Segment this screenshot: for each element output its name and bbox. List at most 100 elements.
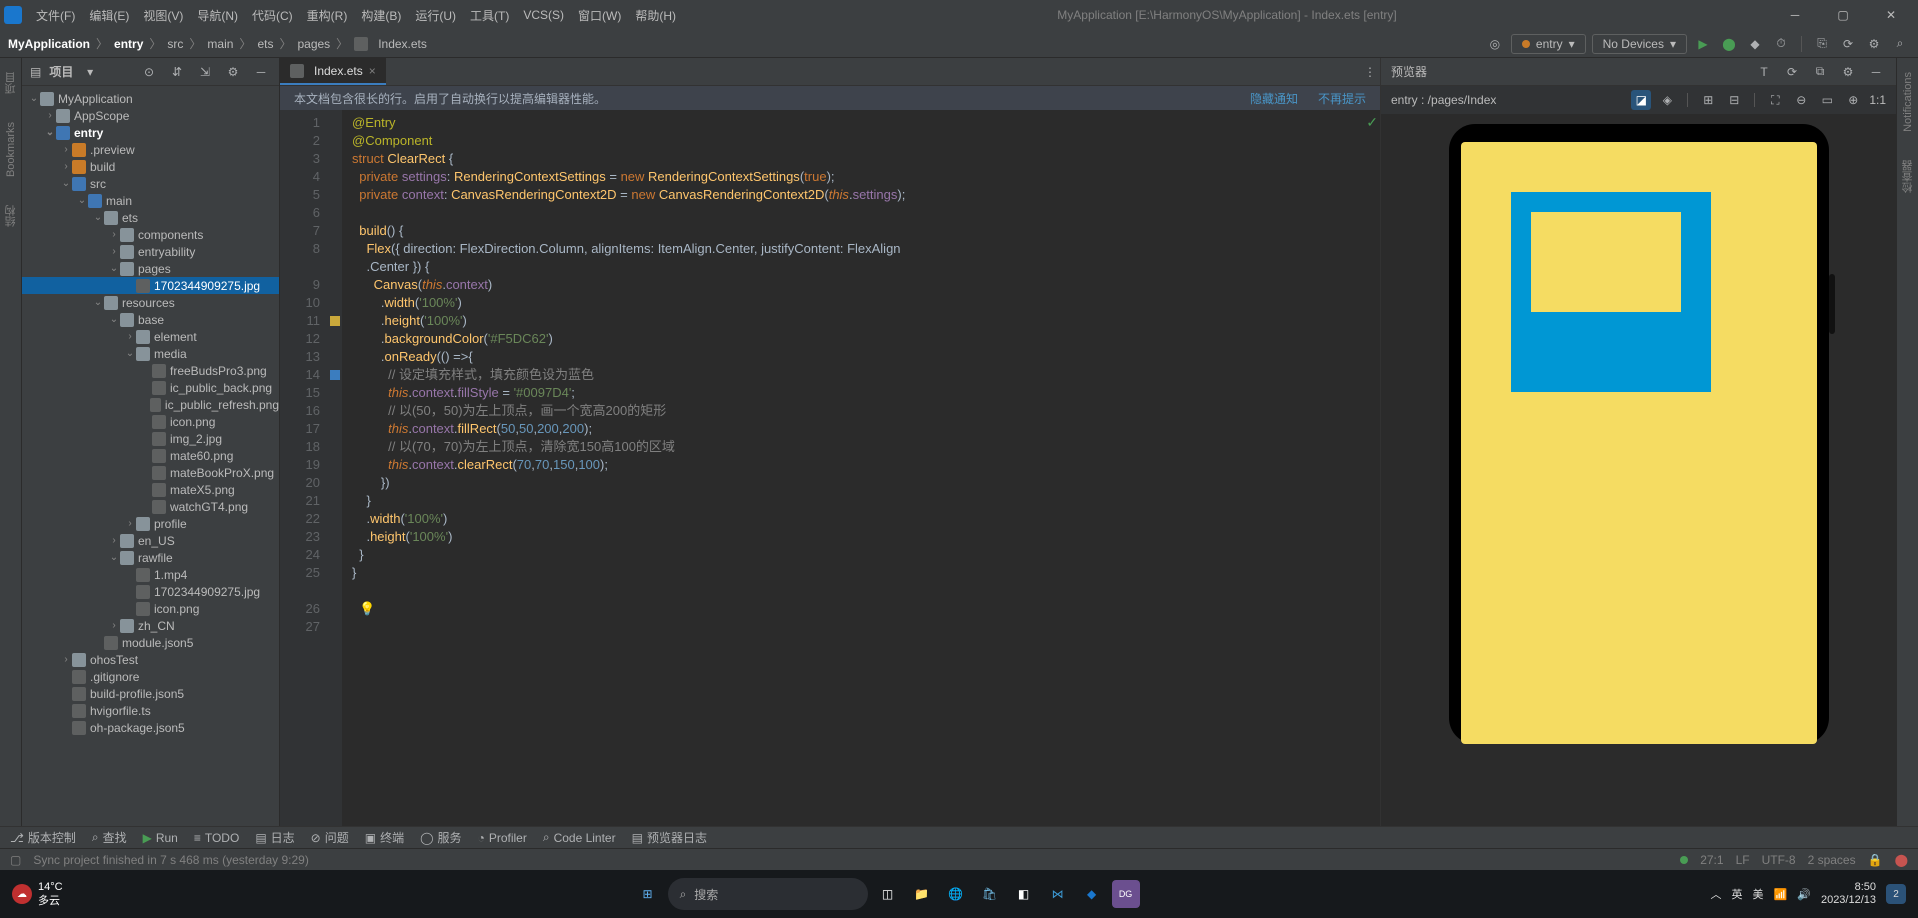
menu-refactor[interactable]: 重构(R) (301, 5, 354, 26)
left-tool-project[interactable]: 项目 (3, 72, 19, 94)
preview-text-icon[interactable]: T (1754, 62, 1774, 82)
tray-chevron-icon[interactable]: ︿ (1711, 886, 1722, 902)
system-tray[interactable]: ︿ 英 美 📶 🔊 8:50 2023/12/13 2 (1711, 881, 1906, 907)
left-tool-structure[interactable]: 结构 (3, 205, 19, 227)
weather-widget[interactable]: 14°C 多云 (38, 880, 63, 908)
btool-log[interactable]: ▤ 日志 (255, 829, 294, 846)
menu-navigate[interactable]: 导航(N) (191, 5, 244, 26)
tree-row[interactable]: ⌄media (22, 345, 279, 362)
app1-button[interactable]: ◧ (1010, 880, 1038, 908)
tray-ime2[interactable]: 美 (1753, 886, 1764, 902)
tree-row[interactable]: ›ohosTest (22, 651, 279, 668)
preview-zoomout-icon[interactable]: ⊖ (1791, 90, 1811, 110)
coverage-button[interactable]: ◆ (1745, 34, 1765, 54)
tree-row[interactable]: module.json5 (22, 634, 279, 651)
tab-close-icon[interactable]: × (369, 64, 376, 78)
tree-row[interactable]: img_2.jpg (22, 430, 279, 447)
tree-row[interactable]: mateX5.png (22, 481, 279, 498)
btool-vcs[interactable]: ⎇ 版本控制 (10, 829, 76, 846)
close-button[interactable]: ✕ (1868, 0, 1914, 30)
menu-help[interactable]: 帮助(H) (629, 5, 682, 26)
tree-row[interactable]: ›element (22, 328, 279, 345)
tree-row[interactable]: build-profile.json5 (22, 685, 279, 702)
tree-row[interactable]: ›profile (22, 515, 279, 532)
tree-row[interactable]: ›en_US (22, 532, 279, 549)
left-tool-bookmarks[interactable]: Bookmarks (5, 122, 17, 177)
debug-button[interactable]: ⬤ (1719, 34, 1739, 54)
tab-menu-icon[interactable]: ⋮ (1360, 62, 1380, 82)
tree-row[interactable]: ic_public_refresh.png (22, 396, 279, 413)
tree-row[interactable]: ›entryability (22, 243, 279, 260)
settings-button[interactable]: ⚙ (1864, 34, 1884, 54)
crumb-module[interactable]: entry (114, 37, 143, 51)
code-area[interactable]: @Entry@Componentstruct ClearRect { priva… (342, 110, 1368, 826)
menu-window[interactable]: 窗口(W) (572, 5, 627, 26)
tree-row[interactable]: ic_public_back.png (22, 379, 279, 396)
menu-run[interactable]: 运行(U) (409, 5, 462, 26)
right-tool-notifications[interactable]: Notifications (1902, 72, 1914, 132)
tray-volume-icon[interactable]: 🔊 (1797, 888, 1811, 901)
tray-ime[interactable]: 英 (1732, 886, 1743, 902)
tree-row[interactable]: oh-package.json5 (22, 719, 279, 736)
banner-hide-link[interactable]: 隐藏通知 (1250, 90, 1298, 107)
crumb-src[interactable]: src (167, 37, 183, 51)
crumb-pages[interactable]: pages (297, 37, 330, 51)
taskbar-search[interactable]: ⌕ 搜索 (668, 878, 868, 910)
tree-row[interactable]: ⌄main (22, 192, 279, 209)
tree-row[interactable]: hvigorfile.ts (22, 702, 279, 719)
menu-build[interactable]: 构建(B) (355, 5, 407, 26)
tray-clock[interactable]: 8:50 2023/12/13 (1821, 881, 1876, 907)
crumb-ets[interactable]: ets (257, 37, 273, 51)
target-icon[interactable]: ◎ (1485, 34, 1505, 54)
tree-row[interactable]: 1702344909275.jpg (22, 583, 279, 600)
tree-row[interactable]: icon.png (22, 413, 279, 430)
preview-zoomin-icon[interactable]: ⊕ (1843, 90, 1863, 110)
status-encoding[interactable]: UTF-8 (1762, 853, 1796, 867)
btool-terminal[interactable]: ▣ 终端 (365, 829, 404, 846)
status-indent[interactable]: 2 spaces (1808, 853, 1856, 867)
tree-row[interactable]: ›AppScope (22, 107, 279, 124)
preview-inspect-icon[interactable]: ◪ (1631, 90, 1651, 110)
editor-scrollbar[interactable]: ✓ (1368, 110, 1380, 826)
right-tool-inspector[interactable]: 检查器 (1900, 160, 1916, 193)
tree-row[interactable]: watchGT4.png (22, 498, 279, 515)
deveco-button[interactable]: ◆ (1078, 880, 1106, 908)
menu-edit[interactable]: 编辑(E) (83, 5, 135, 26)
run-button[interactable]: ▶ (1693, 34, 1713, 54)
btool-previewlog[interactable]: ▤ 预览器日志 (632, 829, 707, 846)
tree-row[interactable]: 1.mp4 (22, 566, 279, 583)
preview-fullscreen-icon[interactable]: ⛶ (1765, 90, 1785, 110)
project-tree[interactable]: ⌄MyApplication›AppScope⌄entry›.preview›b… (22, 86, 279, 826)
preview-grid2-icon[interactable]: ⊟ (1724, 90, 1744, 110)
search-everywhere-button[interactable]: ⌕ (1890, 34, 1910, 54)
tray-wifi-icon[interactable]: 📶 (1774, 888, 1788, 901)
crumb-main[interactable]: main (207, 37, 233, 51)
tree-row[interactable]: ⌄ets (22, 209, 279, 226)
explorer-button[interactable]: 📁 (908, 880, 936, 908)
status-caret-pos[interactable]: 27:1 (1700, 853, 1723, 867)
tree-row[interactable]: ⌄src (22, 175, 279, 192)
menu-code[interactable]: 代码(C) (246, 5, 299, 26)
btool-profiler[interactable]: ◔ Profiler (478, 831, 527, 845)
preview-tag-icon[interactable]: ⧉ (1810, 62, 1830, 82)
hide-panel-icon[interactable]: ─ (251, 62, 271, 82)
profile-button[interactable]: ⏱ (1771, 34, 1791, 54)
select-opened-file-icon[interactable]: ⊙ (139, 62, 159, 82)
tree-row[interactable]: mateBookProX.png (22, 464, 279, 481)
store-button[interactable]: 🛍 (976, 880, 1004, 908)
btool-find[interactable]: ⌕ 查找 (92, 829, 127, 846)
weather-icon[interactable]: ☁ (12, 884, 32, 904)
panel-settings-icon[interactable]: ⚙ (223, 62, 243, 82)
status-readonly-icon[interactable]: 🔒 (1868, 853, 1883, 867)
tray-notifications[interactable]: 2 (1886, 884, 1906, 904)
edge-button[interactable]: 🌐 (942, 880, 970, 908)
tree-row[interactable]: ›.preview (22, 141, 279, 158)
preview-layers-icon[interactable]: ◈ (1657, 90, 1677, 110)
preview-hide-icon[interactable]: ─ (1866, 62, 1886, 82)
btool-run[interactable]: ▶ Run (143, 831, 178, 845)
preview-refresh-icon[interactable]: ⟳ (1782, 62, 1802, 82)
expand-all-icon[interactable]: ⇵ (167, 62, 187, 82)
tree-row[interactable]: 1702344909275.jpg (22, 277, 279, 294)
tree-row[interactable]: ⌄MyApplication (22, 90, 279, 107)
run-config-selector[interactable]: entry▾ (1511, 34, 1586, 54)
